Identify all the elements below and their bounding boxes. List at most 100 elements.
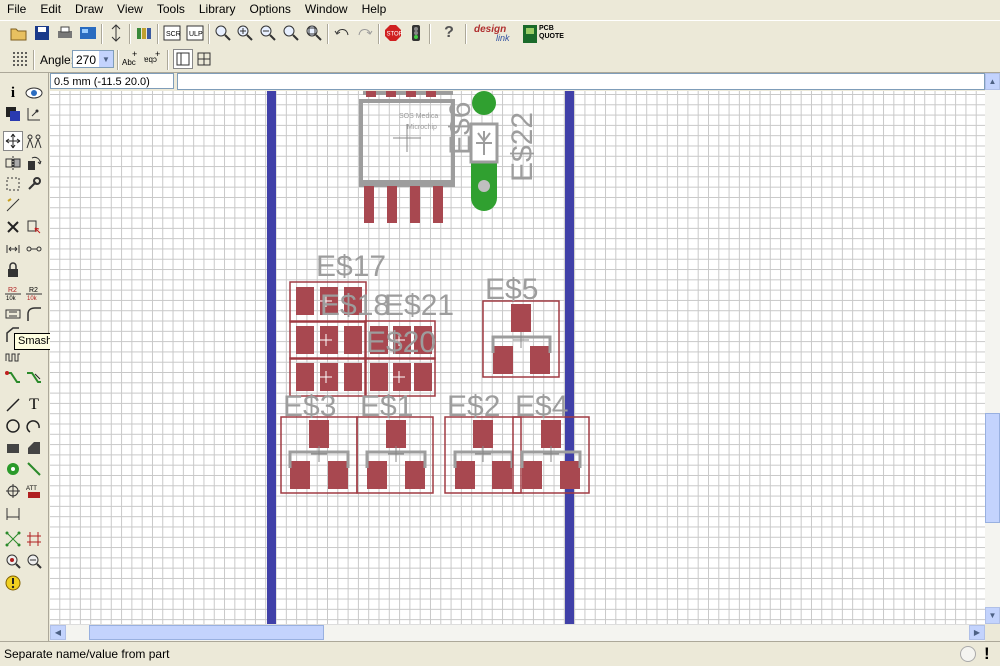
print-icon[interactable] xyxy=(55,23,75,43)
menu-edit[interactable]: Edit xyxy=(33,0,68,19)
horizontal-scrollbar[interactable]: ◀ ▶ xyxy=(50,624,985,641)
info-icon[interactable]: i xyxy=(3,83,23,103)
text-icon[interactable]: T xyxy=(24,395,44,415)
part-e5: E$5 xyxy=(482,273,560,378)
drc-icon[interactable] xyxy=(3,551,23,571)
scroll-left-chevron-icon[interactable]: ◀ xyxy=(50,625,66,640)
paste-icon[interactable] xyxy=(3,195,23,215)
scroll-down-chevron-icon[interactable]: ▼ xyxy=(985,607,1000,624)
angle-select[interactable]: 270 ▼ xyxy=(72,50,114,68)
delete-icon[interactable] xyxy=(3,217,23,237)
switch-board-icon[interactable] xyxy=(106,23,126,43)
warning-icon[interactable] xyxy=(3,573,23,593)
menu-draw[interactable]: Draw xyxy=(68,0,110,19)
svg-text:+: + xyxy=(155,50,160,59)
quote-text: QUOTE xyxy=(539,33,564,40)
zoom-out-icon[interactable] xyxy=(258,23,278,43)
copy-icon[interactable] xyxy=(24,131,44,151)
svg-text:R2: R2 xyxy=(29,287,38,294)
undo-icon[interactable] xyxy=(332,23,352,43)
redo-icon[interactable] xyxy=(355,23,375,43)
hole-icon[interactable] xyxy=(3,481,23,501)
layout-view-b-icon[interactable] xyxy=(194,49,214,69)
part-label-e18: E$18 xyxy=(320,289,390,322)
display-layers-icon[interactable] xyxy=(3,104,23,124)
errors-icon[interactable] xyxy=(24,551,44,571)
mark-icon[interactable] xyxy=(24,104,44,124)
change-icon[interactable] xyxy=(24,174,44,194)
wire-icon[interactable] xyxy=(3,395,23,415)
scroll-up-chevron-icon[interactable]: ▲ xyxy=(985,73,1000,90)
mirror-icon[interactable] xyxy=(3,153,23,173)
lock-icon[interactable] xyxy=(3,260,23,280)
part-label-e5: E$5 xyxy=(485,273,538,306)
circle-icon[interactable] xyxy=(3,416,23,436)
miter-icon[interactable] xyxy=(24,304,44,324)
attribute-icon[interactable]: ATT xyxy=(24,481,44,501)
menu-view[interactable]: View xyxy=(110,0,150,19)
designlink-logo[interactable]: design link xyxy=(474,24,518,44)
vertical-scroll-thumb[interactable] xyxy=(985,413,1000,523)
board-canvas[interactable]: SOS Medica Microchip E$22 E$6 E$17 E$18 … xyxy=(50,91,985,624)
command-line-input[interactable] xyxy=(177,73,985,90)
value-icon[interactable]: R2 10k xyxy=(24,283,44,303)
grid-icon[interactable] xyxy=(10,49,30,69)
replace-icon[interactable] xyxy=(24,239,44,259)
ulp-icon[interactable]: ULP xyxy=(185,23,205,43)
pinswap-icon[interactable] xyxy=(3,239,23,259)
ripup-icon[interactable] xyxy=(24,368,44,388)
help-icon[interactable]: ? xyxy=(439,23,459,43)
signal-icon[interactable] xyxy=(24,459,44,479)
move-icon[interactable] xyxy=(3,131,23,151)
part-label-e3: E$3 xyxy=(283,390,336,423)
library-icon[interactable] xyxy=(134,23,154,43)
menu-options[interactable]: Options xyxy=(243,0,298,19)
menu-file[interactable]: File xyxy=(0,0,33,19)
dimension-icon[interactable] xyxy=(3,503,23,523)
zoom-fit-icon[interactable] xyxy=(213,23,233,43)
ratsnest-icon[interactable] xyxy=(3,529,23,549)
autorouter-icon[interactable] xyxy=(24,529,44,549)
pcb-text: PCB xyxy=(539,25,554,32)
rect-icon[interactable] xyxy=(3,438,23,458)
open-icon[interactable] xyxy=(9,23,29,43)
svg-text:STOP: STOP xyxy=(387,32,403,38)
save-icon[interactable] xyxy=(32,23,52,43)
name-icon[interactable]: R2 10k xyxy=(3,283,23,303)
menu-help[interactable]: Help xyxy=(355,0,394,19)
spin-text-icon[interactable]: ɐqɔ + xyxy=(143,49,163,69)
mirror-text-icon[interactable]: Abc + xyxy=(121,49,141,69)
zoom-redraw-icon[interactable] xyxy=(281,23,301,43)
part-label-e22: E$22 xyxy=(506,112,539,182)
menu-window[interactable]: Window xyxy=(298,0,355,19)
rotate-icon[interactable] xyxy=(24,153,44,173)
cam-icon[interactable] xyxy=(78,23,98,43)
go-icon[interactable] xyxy=(406,23,426,43)
zoom-in-icon[interactable] xyxy=(235,23,255,43)
scroll-right-chevron-icon[interactable]: ▶ xyxy=(969,625,985,640)
horizontal-scroll-thumb[interactable] xyxy=(89,625,324,640)
show-eye-icon[interactable] xyxy=(24,83,44,103)
script-icon[interactable]: SCR xyxy=(162,23,182,43)
group-icon[interactable] xyxy=(3,174,23,194)
menu-bar: File Edit Draw View Tools Library Option… xyxy=(0,0,1000,19)
vertical-scrollbar[interactable]: ▲ ▼ xyxy=(985,73,1000,624)
layout-view-a-icon[interactable] xyxy=(173,49,193,69)
route-icon[interactable] xyxy=(3,368,23,388)
arc-icon[interactable] xyxy=(24,416,44,436)
part-label-e17: E$17 xyxy=(316,250,386,283)
chip-label-line1: SOS Medica xyxy=(399,113,438,120)
exclamation-icon[interactable]: ! xyxy=(984,644,990,664)
add-icon[interactable] xyxy=(24,217,44,237)
menu-tools[interactable]: Tools xyxy=(150,0,192,19)
stop-icon[interactable]: STOP xyxy=(383,23,403,43)
meander-icon[interactable] xyxy=(3,347,23,367)
menu-library[interactable]: Library xyxy=(192,0,243,19)
zoom-select-icon[interactable] xyxy=(304,23,324,43)
via-icon[interactable] xyxy=(3,459,23,479)
smash-icon[interactable] xyxy=(3,304,23,324)
chevron-down-icon[interactable]: ▼ xyxy=(99,51,113,67)
svg-text:R2: R2 xyxy=(8,287,17,294)
polygon-icon[interactable] xyxy=(24,438,44,458)
pcb-quote-logo[interactable]: PCB QUOTE xyxy=(523,24,564,44)
